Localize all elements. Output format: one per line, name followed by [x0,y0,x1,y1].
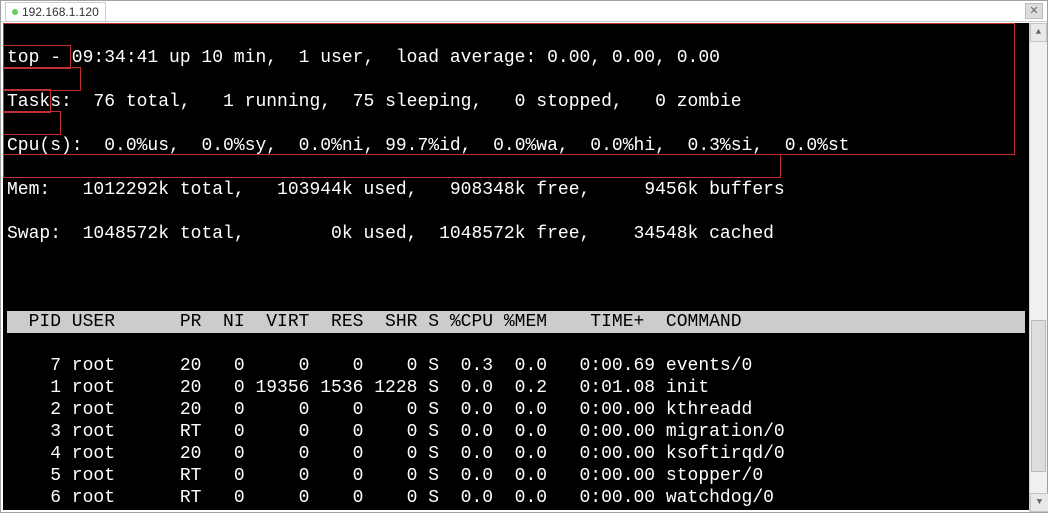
process-row: 4 root 20 0 0 0 0 S 0.0 0.0 0:00.00 ksof… [7,443,1025,465]
process-row: 6 root RT 0 0 0 0 S 0.0 0.0 0:00.00 watc… [7,487,1025,509]
top-line-tasks: Tasks: 76 total, 1 running, 75 sleeping,… [7,91,1025,113]
process-table-header: PID USER PR NI VIRT RES SHR S %CPU %MEM … [7,311,1025,333]
process-row: 8 root 20 0 0 0 0 S 0.0 0.0 0:00.00 cgro… [7,509,1025,510]
vertical-scrollbar[interactable]: ▲ ▼ [1029,23,1047,512]
terminal-window: 192.168.1.120 ✕ top - 09:34:41 up 10 min… [0,0,1048,513]
session-tab[interactable]: 192.168.1.120 [5,2,106,21]
top-line-cpu: Cpu(s): 0.0%us, 0.0%sy, 0.0%ni, 99.7%id,… [7,135,1025,157]
process-row: 2 root 20 0 0 0 0 S 0.0 0.0 0:00.00 kthr… [7,399,1025,421]
status-dot-icon [12,9,18,15]
header-highlight-box [3,154,781,178]
terminal-output[interactable]: top - 09:34:41 up 10 min, 1 user, load a… [3,23,1029,510]
chevron-down-icon: ▼ [1037,497,1042,507]
scrollbar-thumb[interactable] [1031,320,1046,472]
cpu-label-highlight [3,67,81,91]
process-row: 1 root 20 0 19356 1536 1228 S 0.0 0.2 0:… [7,377,1025,399]
tab-title-text: 192.168.1.120 [22,5,99,19]
scroll-down-button[interactable]: ▼ [1030,493,1048,512]
window-title-bar: 192.168.1.120 ✕ [1,1,1047,22]
process-row: 3 root RT 0 0 0 0 S 0.0 0.0 0:00.00 migr… [7,421,1025,443]
swap-label-highlight [3,111,61,135]
top-line-mem: Mem: 1012292k total, 103944k used, 90834… [7,179,1025,201]
scrollbar-track[interactable] [1030,40,1047,495]
process-table-body: 7 root 20 0 0 0 0 S 0.3 0.0 0:00.69 even… [7,355,1025,510]
blank-line [7,267,1025,289]
close-icon: ✕ [1029,5,1038,17]
chevron-up-icon: ▲ [1036,27,1041,37]
process-row: 5 root RT 0 0 0 0 S 0.0 0.0 0:00.00 stop… [7,465,1025,487]
top-line-uptime: top - 09:34:41 up 10 min, 1 user, load a… [7,47,1025,69]
close-button[interactable]: ✕ [1025,3,1043,19]
top-line-swap: Swap: 1048572k total, 0k used, 1048572k … [7,223,1025,245]
process-row: 7 root 20 0 0 0 0 S 0.3 0.0 0:00.69 even… [7,355,1025,377]
